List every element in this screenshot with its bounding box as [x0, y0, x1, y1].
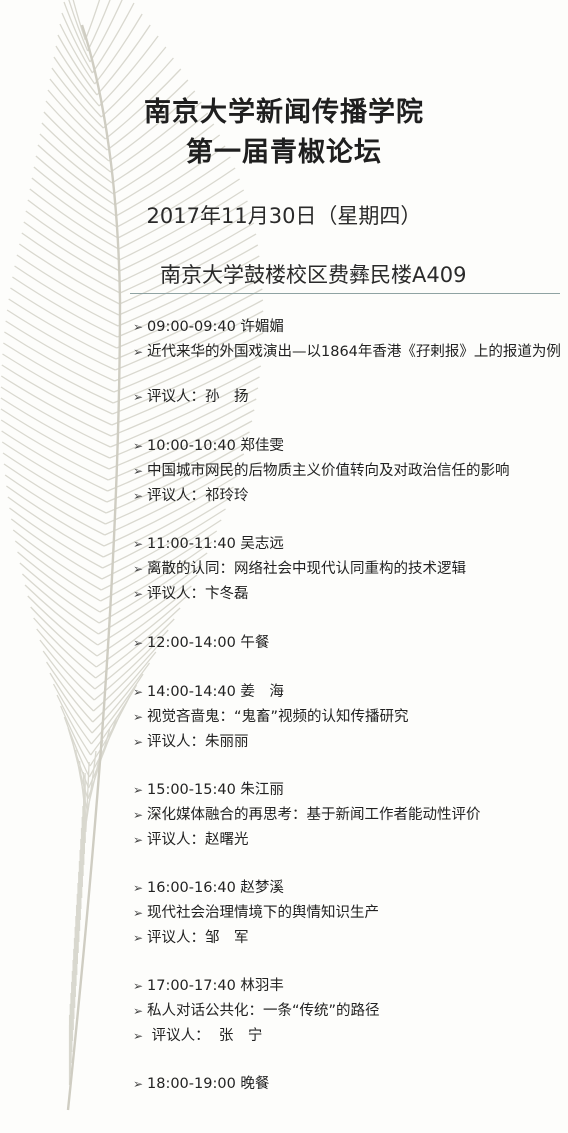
session-reviewer: ➢ 评议人：卞冬磊	[133, 586, 249, 602]
header: 南京大学新闻传播学院 第一届青椒论坛 2017年11月30日（星期四） 南京大学…	[0, 0, 568, 300]
session-time-speaker: ➢ 17:00-17:40 林羽丰	[133, 978, 284, 994]
session-topic: ➢ 中国城市网民的后物质主义价值转向及对政治信任的影响	[133, 463, 510, 479]
session-topic: ➢ 深化媒体融合的再思考：基于新闻工作者能动性评价	[133, 807, 481, 823]
arrow-bullet-icon: ➢	[133, 735, 144, 749]
arrow-bullet-icon: ➢	[133, 808, 144, 822]
session-time-speaker: ➢ 11:00-11:40 吴志远	[133, 536, 284, 552]
session-reviewer: ➢ 评议人： 张 宁	[133, 1028, 263, 1044]
event-date: 2017年11月30日（星期四）	[146, 204, 422, 228]
session-topic: ➢ 私人对话公共化：一条“传统”的路径	[133, 1003, 380, 1019]
session-time-speaker: ➢ 09:00-09:40 许媚媚	[133, 319, 284, 335]
arrow-bullet-icon: ➢	[133, 710, 144, 724]
header-divider	[130, 293, 560, 294]
arrow-bullet-icon: ➢	[133, 833, 144, 847]
arrow-bullet-icon: ➢	[133, 562, 144, 576]
arrow-bullet-icon: ➢	[133, 345, 144, 359]
arrow-bullet-icon: ➢	[133, 464, 144, 478]
session-topic: ➢ 现代社会治理情境下的舆情知识生产	[133, 905, 379, 921]
arrow-bullet-icon: ➢	[133, 783, 144, 797]
session-time-speaker: ➢ 15:00-15:40 朱江丽	[133, 782, 284, 798]
arrow-bullet-icon: ➢	[133, 390, 144, 404]
session-topic: ➢ 近代来华的外国戏演出—以1864年香港《孖剌报》上的报道为例	[133, 344, 561, 360]
arrow-bullet-icon: ➢	[133, 636, 144, 650]
feather-barb	[90, 684, 138, 756]
arrow-bullet-icon: ➢	[133, 320, 144, 334]
session-reviewer: ➢ 评议人：祁玲玲	[133, 488, 249, 504]
dinner-break: ➢ 18:00-19:00 晚餐	[133, 1076, 270, 1092]
session-reviewer: ➢ 评议人：邹 军	[133, 930, 249, 946]
arrow-bullet-icon: ➢	[133, 1004, 144, 1018]
session-reviewer: ➢ 评议人：朱丽丽	[133, 734, 249, 750]
arrow-bullet-icon: ➢	[133, 979, 144, 993]
feather-barb	[100, 519, 222, 591]
lunch-break: ➢ 12:00-14:00 午餐	[133, 635, 270, 651]
session-reviewer: ➢ 评议人：赵曙光	[133, 832, 249, 848]
arrow-bullet-icon: ➢	[133, 1077, 144, 1091]
arrow-bullet-icon: ➢	[133, 439, 144, 453]
page-title-line-2: 第一届青椒论坛	[186, 137, 382, 168]
arrow-bullet-icon: ➢	[133, 931, 144, 945]
session-time-speaker: ➢ 16:00-16:40 赵梦溪	[133, 880, 284, 896]
arrow-bullet-icon: ➢	[133, 537, 144, 551]
arrow-bullet-icon: ➢	[133, 489, 144, 503]
feather-barb	[102, 497, 230, 569]
arrow-bullet-icon: ➢	[133, 1029, 144, 1043]
session-topic: ➢ 离散的认同：网络社会中现代认同重构的技术逻辑	[133, 561, 466, 577]
event-venue: 南京大学鼓楼校区费彝民楼A409	[160, 263, 467, 287]
feather-barb	[108, 398, 257, 470]
page-title-line-1: 南京大学新闻传播学院	[144, 97, 424, 128]
session-topic: ➢ 视觉吝啬鬼：“鬼畜”视频的认知传播研究	[133, 709, 409, 725]
arrow-bullet-icon: ➢	[133, 906, 144, 920]
session-time-speaker: ➢ 14:00-14:40 姜 海	[133, 684, 284, 700]
arrow-bullet-icon: ➢	[133, 587, 144, 601]
session-reviewer: ➢ 评议人：孙 扬	[133, 389, 249, 405]
arrow-bullet-icon: ➢	[133, 685, 144, 699]
session-time-speaker: ➢ 10:00-10:40 郑佳雯	[133, 438, 284, 454]
arrow-bullet-icon: ➢	[133, 881, 144, 895]
